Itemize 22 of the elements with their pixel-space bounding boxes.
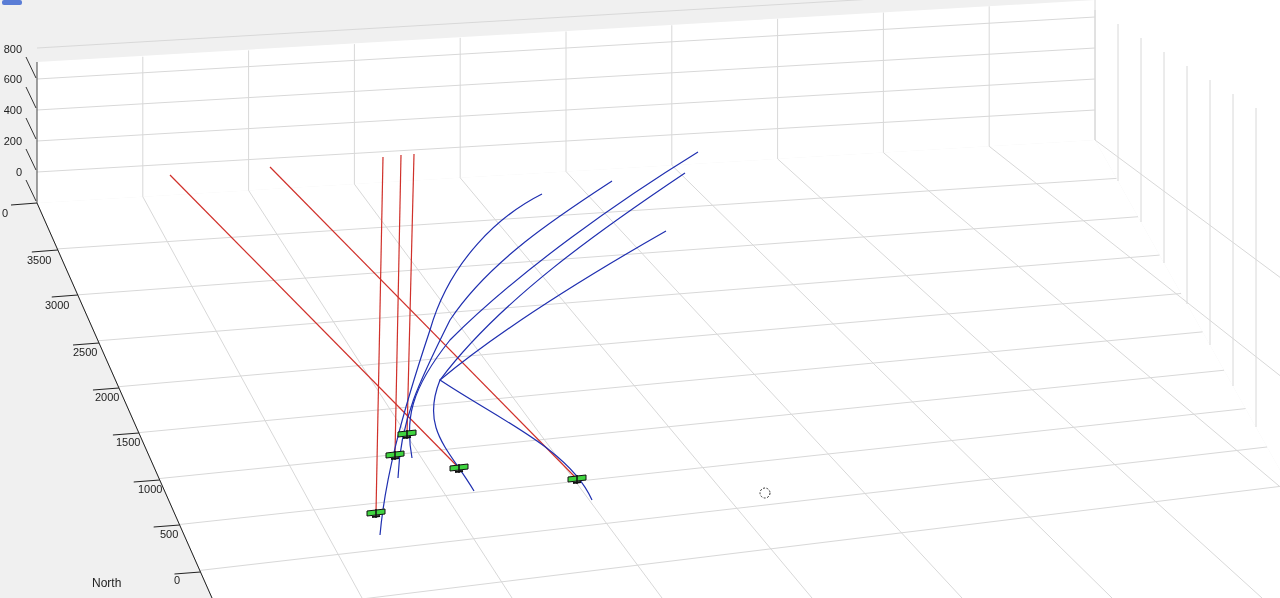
tick-label: 0 [174,574,181,586]
toolbar-icon[interactable] [2,0,22,5]
tick-label: 2000 [95,391,120,403]
tick-label: 500 [160,528,179,540]
aircraft-icon [366,508,386,519]
aircraft-icon [567,474,587,485]
aircraft-icon [385,450,405,461]
tick-label: 3000 [45,299,70,311]
aircraft-icon [397,429,417,440]
tick-label: 3500 [27,254,52,266]
tick-label: 0 [15,166,22,178]
tick-label: 1000 [138,483,163,495]
tick-label: 200 [3,135,22,147]
tick-label: 400 [3,104,22,116]
aircraft-icon [449,463,469,474]
tick-label: 800 [3,43,22,55]
busy-cursor-icon [759,487,771,499]
tick-label: 0 [2,207,9,219]
tick-label: 1500 [116,436,141,448]
axis-label: North [92,576,122,590]
tick-label: 2500 [73,346,98,358]
tick-label: 600 [3,73,22,85]
